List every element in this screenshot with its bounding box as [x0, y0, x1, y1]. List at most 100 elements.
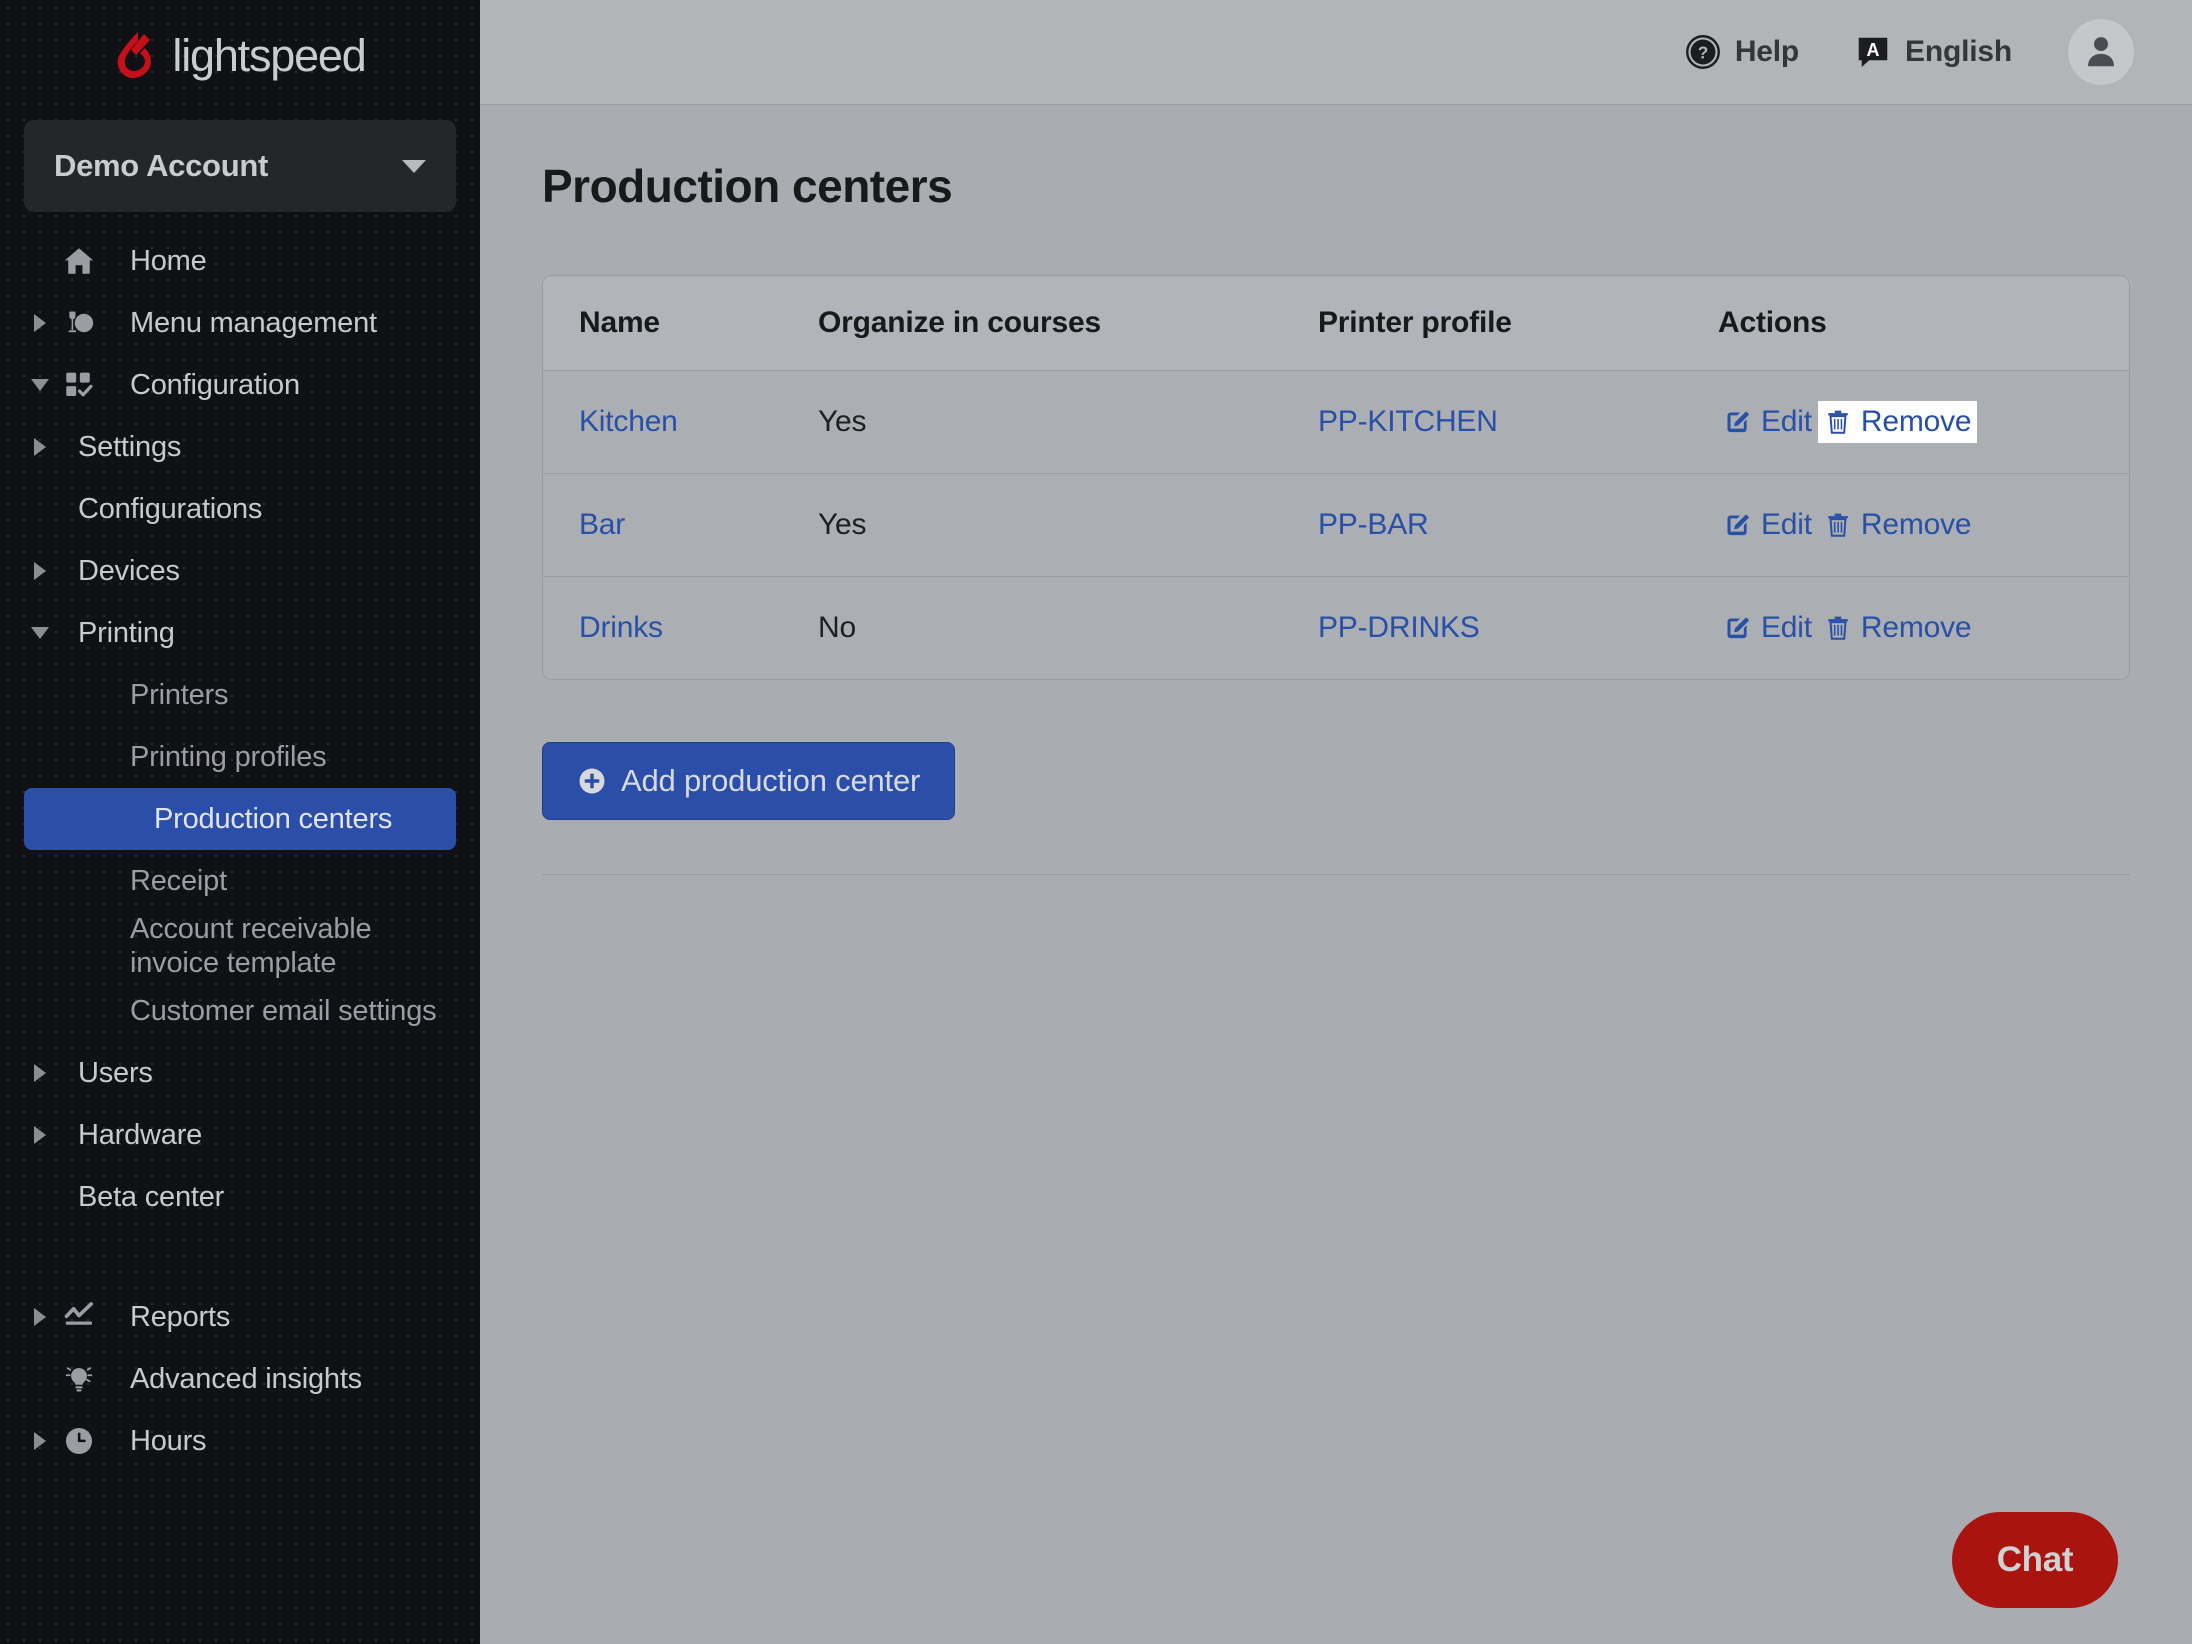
collapse-toggle[interactable]	[0, 379, 62, 391]
chevron-down-icon	[402, 159, 426, 173]
sidebar-item-advanced-insights[interactable]: Advanced insights	[0, 1348, 480, 1410]
chevron-right-icon	[34, 438, 46, 456]
lightbulb-icon	[65, 1367, 93, 1392]
production-center-link[interactable]: Kitchen	[579, 405, 678, 438]
sidebar-item-label: Account receivable invoice template	[130, 913, 372, 980]
edit-label: Edit	[1761, 405, 1812, 438]
user-avatar[interactable]	[2068, 19, 2134, 85]
printer-profile-link[interactable]: PP-DRINKS	[1318, 611, 1480, 644]
expand-toggle[interactable]	[0, 314, 62, 332]
sidebar-item-hours[interactable]: Hours	[0, 1410, 480, 1472]
production-center-link[interactable]: Drinks	[579, 611, 663, 644]
section-divider	[542, 874, 2130, 875]
edit-button[interactable]: Edit	[1718, 401, 1818, 443]
lightspeed-flame-icon	[118, 32, 152, 78]
expand-toggle[interactable]	[0, 562, 62, 580]
chevron-right-icon	[34, 1432, 46, 1451]
printer-profile-link[interactable]: PP-KITCHEN	[1318, 405, 1498, 438]
production-center-link[interactable]: Bar	[579, 508, 625, 541]
edit-button[interactable]: Edit	[1718, 504, 1818, 546]
menu-mgmt-icon	[68, 311, 94, 333]
language-button[interactable]: A English	[1855, 34, 2012, 70]
cell-actions: Edit Remove	[1718, 576, 2129, 679]
sidebar-item-settings[interactable]: Settings	[0, 416, 480, 478]
sidebar-item-printing[interactable]: Printing	[0, 602, 480, 664]
actions-group: Edit Remove	[1718, 607, 2129, 649]
sidebar-item-label: Home	[130, 244, 207, 277]
chevron-down-icon	[31, 627, 49, 639]
pencil-square-icon	[1727, 514, 1750, 536]
table-row: Bar Yes PP-BAR Edit Remove	[543, 473, 2129, 577]
chat-button[interactable]: Chat	[1952, 1512, 2118, 1608]
printer-profile-link[interactable]: PP-BAR	[1318, 508, 1429, 541]
sidebar-item-beta-center[interactable]: Beta center	[0, 1166, 480, 1228]
table-body: Kitchen Yes PP-KITCHEN Edit Remove Bar Yes PP-B…	[543, 370, 2129, 679]
clock-icon	[65, 1428, 93, 1455]
sidebar: lightspeed Demo Account Home Menu managem…	[0, 0, 480, 1644]
cell-printer-profile: PP-BAR	[1318, 473, 1718, 577]
sidebar-item-label: Hours	[130, 1425, 207, 1458]
sidebar-item-label: Settings	[78, 430, 182, 463]
question-circle-icon: ?	[1685, 35, 1720, 69]
sidebar-item-configuration[interactable]: Configuration	[0, 354, 480, 416]
expand-toggle[interactable]	[0, 1432, 62, 1451]
expand-toggle[interactable]	[0, 438, 62, 456]
remove-button[interactable]: Remove	[1818, 607, 1978, 649]
collapse-toggle[interactable]	[0, 627, 62, 639]
sidebar-item-label: Devices	[78, 554, 180, 587]
actions-group: Edit Remove	[1718, 504, 2129, 546]
column-header-profile: Printer profile	[1318, 276, 1718, 371]
page-content: Production centers Name Organize in cour…	[480, 105, 2192, 875]
brand-logo[interactable]: lightspeed	[0, 0, 480, 104]
expand-toggle[interactable]	[0, 1064, 62, 1083]
sidebar-icon-slot	[62, 244, 116, 278]
expand-toggle[interactable]	[0, 1308, 62, 1327]
sidebar-item-account-receivable-invoice-template[interactable]: Account receivable invoice template	[0, 912, 480, 980]
plus-circle-icon	[579, 768, 605, 794]
sidebar-item-configurations[interactable]: Configurations	[0, 478, 480, 540]
sidebar-item-hardware[interactable]: Hardware	[0, 1104, 480, 1166]
sidebar-icon-slot	[62, 306, 116, 340]
table-head: Name Organize in courses Printer profile…	[543, 276, 2129, 371]
trash-icon	[1828, 616, 1848, 640]
remove-label: Remove	[1860, 611, 1972, 644]
cell-actions: Edit Remove	[1718, 473, 2129, 577]
sidebar-item-label: Reports	[130, 1301, 231, 1334]
cell-organize-in-courses: No	[818, 576, 1318, 679]
remove-button[interactable]: Remove	[1818, 504, 1978, 546]
column-header-actions: Actions	[1718, 276, 2129, 371]
help-button[interactable]: ? Help	[1685, 34, 1799, 70]
expand-toggle[interactable]	[0, 1126, 62, 1145]
sidebar-item-reports[interactable]: Reports	[0, 1286, 480, 1348]
table-row: Drinks No PP-DRINKS Edit Remove	[543, 576, 2129, 679]
sidebar-item-users[interactable]: Users	[0, 1042, 480, 1104]
sidebar-item-production-centers[interactable]: Production centers	[24, 788, 456, 850]
sidebar-item-receipt[interactable]: Receipt	[0, 850, 480, 912]
table-header-row: Name Organize in courses Printer profile…	[543, 276, 2129, 371]
chevron-down-icon	[31, 379, 49, 391]
remove-label: Remove	[1860, 508, 1972, 541]
production-centers-table: Name Organize in courses Printer profile…	[543, 276, 2129, 679]
sidebar-item-menu-management[interactable]: Menu management	[0, 292, 480, 354]
add-production-center-button[interactable]: Add production center	[542, 742, 956, 820]
edit-label: Edit	[1761, 611, 1812, 644]
language-label: English	[1905, 35, 2012, 68]
sidebar-item-printers[interactable]: Printers	[0, 664, 480, 726]
remove-button[interactable]: Remove	[1817, 401, 1978, 443]
sidebar-item-home[interactable]: Home	[0, 230, 480, 292]
page-title: Production centers	[542, 160, 953, 212]
account-switcher[interactable]: Demo Account	[24, 120, 456, 212]
sidebar-item-label: Printing profiles	[130, 740, 327, 773]
sidebar-item-label: Menu management	[130, 306, 377, 339]
edit-button[interactable]: Edit	[1718, 607, 1818, 649]
sidebar-icon-slot	[62, 368, 116, 402]
sidebar-item-devices[interactable]: Devices	[0, 540, 480, 602]
sidebar-item-customer-email-settings[interactable]: Customer email settings	[0, 980, 480, 1042]
pencil-square-icon	[1727, 411, 1750, 433]
sidebar-item-printing-profiles[interactable]: Printing profiles	[0, 726, 480, 788]
chat-label: Chat	[1996, 1540, 2074, 1579]
cell-name: Drinks	[543, 576, 818, 679]
column-header-organize: Organize in courses	[818, 276, 1318, 371]
actions-group: Edit Remove	[1718, 401, 2129, 443]
reports-icon	[64, 1302, 94, 1326]
